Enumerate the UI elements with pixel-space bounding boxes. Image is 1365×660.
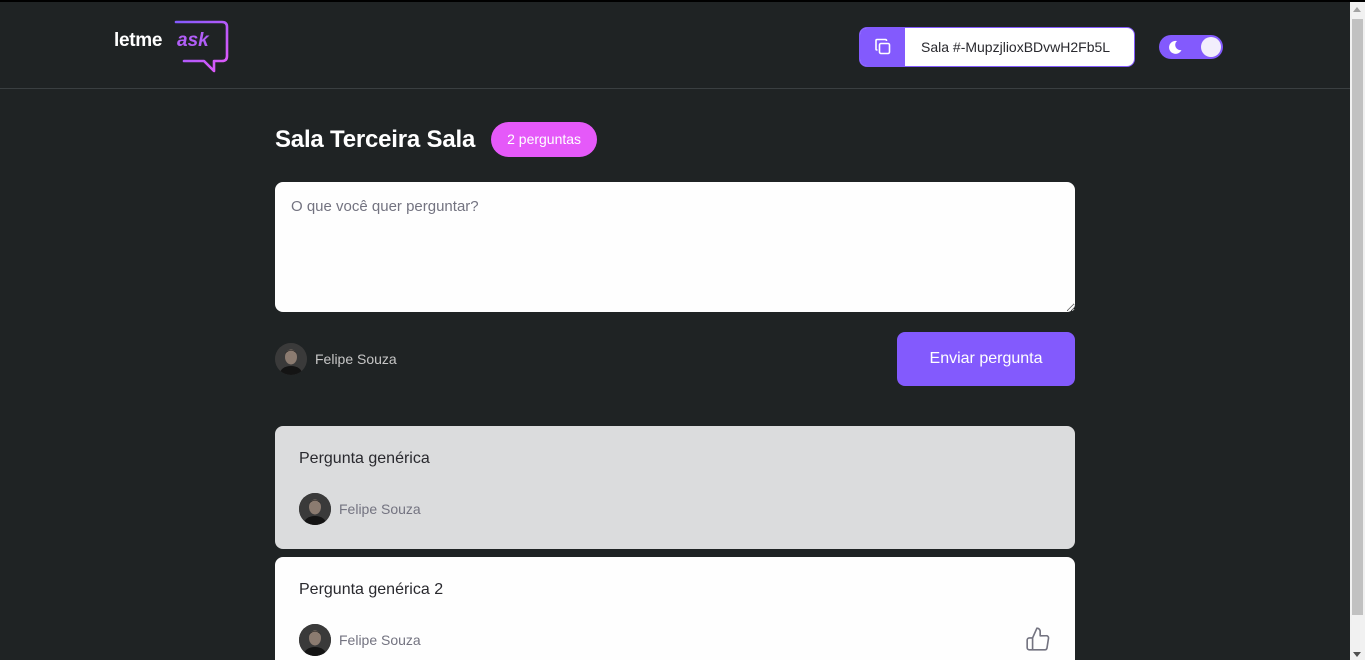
scroll-down-arrow-icon[interactable] <box>1353 652 1361 657</box>
logo[interactable]: letme ask <box>114 18 230 74</box>
form-footer: Felipe Souza Enviar pergunta <box>275 332 1075 386</box>
logo-text-primary: letme <box>114 30 163 51</box>
scroll-up-arrow-icon[interactable] <box>1353 7 1361 12</box>
question-author: Felipe Souza <box>339 501 421 517</box>
question-count-badge: 2 perguntas <box>491 122 598 157</box>
author-avatar <box>299 493 331 525</box>
user-info: Felipe Souza <box>275 343 397 375</box>
user-name: Felipe Souza <box>315 351 397 367</box>
question-footer: Felipe Souza <box>299 493 1051 525</box>
like-button[interactable] <box>1025 626 1051 652</box>
thumbs-up-icon <box>1026 627 1050 651</box>
logo-text-accent: ask <box>177 30 209 51</box>
question-footer: Felipe Souza <box>299 624 1051 656</box>
title-row: Sala Terceira Sala 2 perguntas <box>275 122 598 157</box>
question-content: Pergunta genérica 2 <box>299 581 444 598</box>
theme-toggle[interactable] <box>1159 35 1223 59</box>
copy-icon <box>860 28 905 66</box>
vertical-scrollbar[interactable] <box>1350 2 1365 660</box>
moon-icon <box>1169 40 1182 54</box>
question-content: Pergunta genérica <box>299 450 430 467</box>
send-question-button[interactable]: Enviar pergunta <box>897 332 1075 386</box>
question-card: Pergunta genérica 2 Felipe Souza <box>275 557 1075 660</box>
scrollbar-thumb[interactable] <box>1352 19 1363 615</box>
room-code-button[interactable]: Sala #-MupzjlioxBDvwH2Fb5L <box>859 27 1135 67</box>
question-textarea[interactable] <box>275 182 1075 312</box>
question-card: Pergunta genérica Felipe Souza <box>275 426 1075 549</box>
user-avatar <box>275 343 307 375</box>
header: letme ask Sala #-MupzjlioxBDvwH2Fb5L <box>0 2 1350 89</box>
toggle-knob[interactable] <box>1201 37 1221 57</box>
author-avatar <box>299 624 331 656</box>
page-title: Sala Terceira Sala <box>275 125 476 153</box>
app-window: letme ask Sala #-MupzjlioxBDvwH2Fb5L Sal… <box>0 0 1365 660</box>
room-code-label: Sala #-MupzjlioxBDvwH2Fb5L <box>921 39 1111 55</box>
question-author: Felipe Souza <box>339 632 421 648</box>
